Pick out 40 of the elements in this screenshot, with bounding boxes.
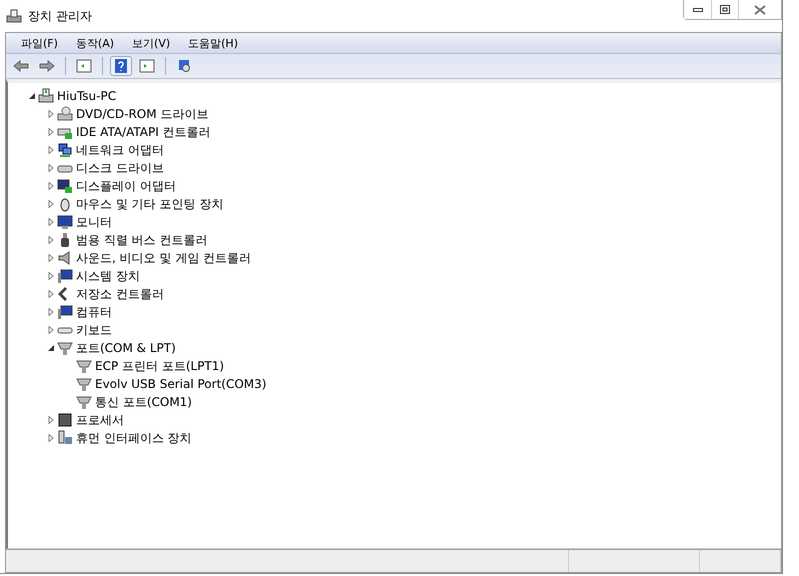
help-icon[interactable] <box>110 56 132 76</box>
port-connector-icon <box>76 358 92 374</box>
menu-item[interactable]: 동작(A) <box>66 36 124 50</box>
tree-item[interactable]: 시스템 장치 <box>76 268 140 284</box>
menu-item[interactable]: 파일(F) <box>12 36 67 50</box>
tree-item[interactable]: 디스크 드라이브 <box>76 160 164 176</box>
port-connector-icon <box>76 394 92 410</box>
maximize-icon <box>720 5 730 14</box>
network-icon <box>57 142 73 158</box>
tree-item[interactable]: 범용 직렬 버스 컨트롤러 <box>76 232 208 248</box>
tree-item[interactable]: HiuTsu-PC <box>57 89 116 103</box>
menu-item[interactable]: 보기(V) <box>123 36 180 50</box>
tree-item[interactable]: Evolv USB Serial Port(COM3) <box>95 377 266 391</box>
device-manager-icon <box>6 8 22 24</box>
monitor-icon <box>57 214 73 230</box>
tree-item[interactable]: 프로세서 <box>76 412 124 428</box>
input-device-icon <box>57 430 73 446</box>
menu-item[interactable]: 도움말(H) <box>179 36 247 50</box>
tree-item[interactable]: 네트워크 어댑터 <box>76 142 164 158</box>
port-connector-icon <box>76 376 92 392</box>
tree-item[interactable]: DVD/CD-ROM 드라이브 <box>76 106 208 122</box>
tree-item[interactable]: 통신 포트(COM1) <box>95 394 192 410</box>
processor-icon <box>57 412 73 428</box>
minimize-icon <box>692 8 702 12</box>
tree-item[interactable]: 마우스 및 기타 포인팅 장치 <box>76 196 224 212</box>
tree-item[interactable]: 모니터 <box>76 214 112 230</box>
tree-item[interactable]: 컴퓨터 <box>76 304 112 320</box>
close-icon <box>754 4 766 14</box>
window-title: 장치 관리자 <box>28 8 92 24</box>
tree-item[interactable]: 휴먼 인터페이스 장치 <box>76 430 192 446</box>
tree-item[interactable]: IDE ATA/ATAPI 컨트롤러 <box>76 124 211 140</box>
display-adapter-icon <box>57 178 73 194</box>
tree-item[interactable]: 사운드, 비디오 및 게임 컨트롤러 <box>76 250 252 266</box>
tree-item[interactable]: 키보드 <box>76 322 112 338</box>
tree-item[interactable]: 저장소 컨트롤러 <box>76 286 164 302</box>
tree-item[interactable]: 포트(COM & LPT) <box>76 340 176 356</box>
tree-item[interactable]: ECP 프린터 포트(LPT1) <box>95 358 224 374</box>
optical-drive-icon <box>57 106 73 122</box>
tree-item[interactable]: 디스플레이 어댑터 <box>76 178 176 194</box>
port-connector-icon <box>57 340 73 356</box>
